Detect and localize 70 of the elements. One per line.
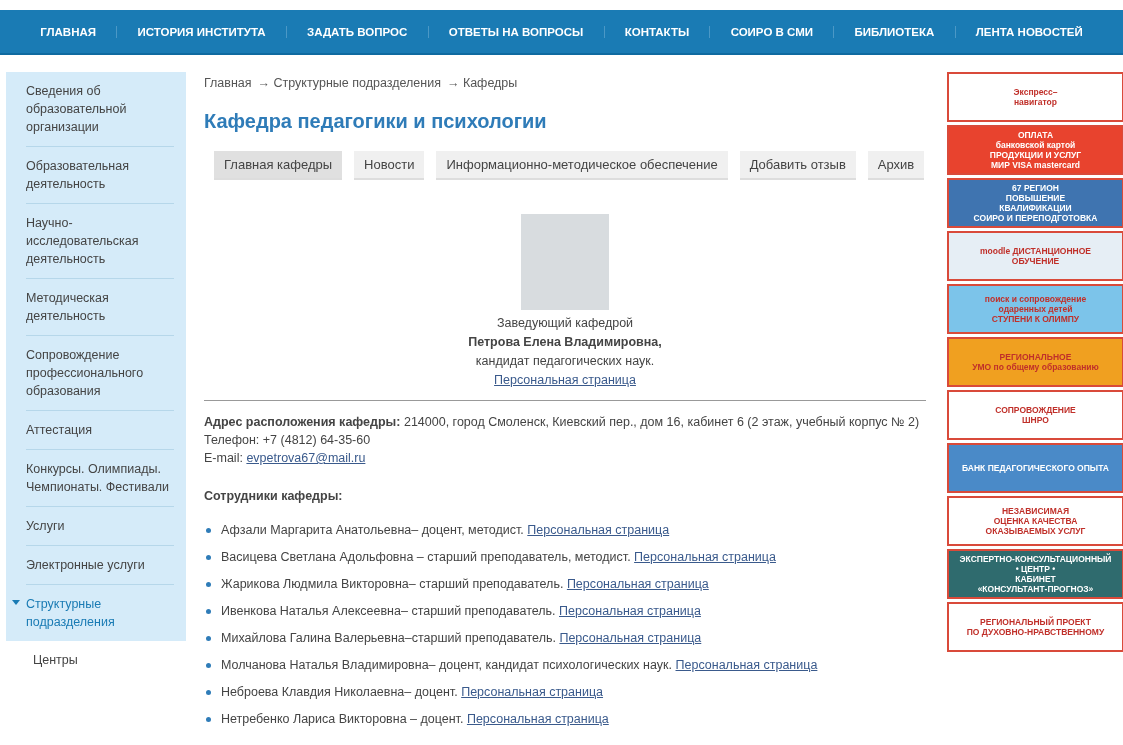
sidebar-subitem[interactable]: Центры [6,641,186,667]
banner-link[interactable]: ОПЛАТА банковской картой ПРОДУКЦИИ И УСЛУГ МИР VISA mastercard [947,125,1123,175]
bullet-icon [206,716,211,722]
staff-text: Молчанова Наталья Владимировна– доцент, кандидат психологических наук. [221,658,672,672]
bullet-icon [206,635,211,641]
nav-link[interactable]: КОНТАКТЫ [604,25,711,38]
sidebar-item[interactable]: Научно-исследовательская деятельность [26,204,174,279]
bullet-icon [206,554,211,560]
staff-text: Нетребенко Лариса Викторовна – доцент. [221,712,464,726]
personal-page-link[interactable]: Персональная страница [494,371,636,390]
staff-text: Михайлова Галина Валерьевна–старший преподаватель. [221,631,556,645]
banner-link[interactable]: СОПРОВОЖДЕНИЕ ШНРО [947,390,1123,440]
head-name: Петрова Елена Владимировна, [468,334,662,351]
personal-page-link[interactable]: Персональная страница [634,550,776,564]
nav-link[interactable]: БИБЛИОТЕКА [834,25,956,38]
staff-text: Васицева Светлана Адольфовна – старший преподаватель, методист. [221,550,631,564]
personal-page-link[interactable]: Персональная страница [566,577,709,591]
address-text: Адрес расположения кафедры: 214000, город Смоленск, Киевский пер., дом 16, кабинет 6 (2 этаж, учебный корпус № 2) [204,414,921,431]
page-title: Кафедра педагогики и психологии [204,110,548,133]
head-degree: кандидат педагогических наук. [475,353,655,370]
banner-link[interactable]: 67 РЕГИОН ПОВЫШЕНИЕ КВАЛИФИКАЦИИ СОИРО И ПЕРЕПОДГОТОВКА [947,178,1123,228]
breadcrumb-link[interactable]: → Кафедры [446,76,518,90]
tab[interactable]: Главная кафедры [214,151,343,180]
bullet-icon [206,527,211,533]
banner-link[interactable]: ЭКСПЕРТНО-КОНСУЛЬТАЦИОННЫЙ • ЦЕНТР • КАБИНЕТ «КОНСУЛЬТАНТ-ПРОГНОЗ» [947,549,1123,599]
personal-page-link[interactable]: Персональная страница [559,631,702,645]
personal-page-link[interactable]: Персональная страница [559,604,701,618]
staff-text: Неброева Клавдия Николаевна– доцент. [221,685,458,699]
banner-link[interactable]: БАНК ПЕДАГОГИЧЕСКОГО ОПЫТА [947,443,1123,493]
bullet-icon [206,662,211,668]
sidebar-item[interactable]: Структурные подразделения [26,585,174,641]
staff-text: Жарикова Людмила Викторовна– старший преподаватель. [221,577,564,591]
nav-link[interactable]: ЛЕНТА НОВОСТЕЙ [955,25,1104,38]
personal-page-link[interactable]: Персональная страница [527,523,670,537]
email-label: E-mail: [204,451,243,465]
sidebar-item[interactable]: Электронные услуги [26,546,174,585]
banner-link[interactable]: moodle ДИСТАНЦИОННОЕ ОБУЧЕНИЕ [947,231,1123,281]
nav-link[interactable]: ГЛАВНАЯ [20,25,118,38]
banner-link[interactable]: НЕЗАВИСИМАЯ ОЦЕНКА КАЧЕСТВА ОКАЗЫВАЕМЫХ УСЛУГ [947,496,1123,546]
sidebar-item[interactable]: Образовательная деятельность [26,147,174,204]
sidebar-item[interactable]: Методическая деятельность [26,279,174,336]
head-role: Заведующий кафедрой [496,315,634,332]
sidebar-item[interactable]: Сведения об образовательной организации [26,72,174,147]
staff-text: Ивенкова Наталья Алексеевна– старший преподаватель. [221,604,556,618]
staff-text: Афзали Маргарита Анатольевна– доцент, методист. [221,523,524,537]
tab[interactable]: Архив [867,151,925,180]
breadcrumb-link[interactable]: → Структурные подразделения [257,76,441,90]
tab[interactable]: Информационно-методическое обеспечение [436,151,728,180]
bullet-icon [206,689,211,695]
nav-link[interactable]: ЗАДАТЬ ВОПРОС [286,25,429,38]
bullet-icon [206,608,211,614]
bullet-icon [206,581,211,587]
banner-link[interactable]: РЕГИОНАЛЬНЫЙ ПРОЕКТ ПО ДУХОВНО-НРАВСТВЕННОМУ [947,602,1123,652]
sidebar-item[interactable]: Сопровождение профессионального образования [26,336,174,411]
sidebar-item[interactable]: Аттестация [26,411,174,450]
nav-link[interactable]: СОИРО В СМИ [710,25,835,38]
personal-page-link[interactable]: Персональная страница [461,685,604,699]
sidebar-item[interactable]: Конкурсы. Олимпиады. Чемпионаты. Фестивали [26,450,174,507]
staff-heading: Сотрудники кафедры: [204,489,344,503]
tab[interactable]: Добавить отзыв [739,151,856,180]
nav-link[interactable]: ИСТОРИЯ ИНСТИТУТА [117,25,287,38]
email-link[interactable]: evpetrova67@mail.ru [246,451,366,465]
breadcrumb-link[interactable]: Главная [204,76,252,90]
nav-link[interactable]: ОТВЕТЫ НА ВОПРОСЫ [428,25,605,38]
personal-page-link[interactable]: Персональная страница [466,712,609,726]
banner-link[interactable]: Экспресс– навигатор [947,72,1123,122]
sidebar-item[interactable]: Услуги [26,507,174,546]
phone-text: Телефон: +7 (4812) 64-35-60 [204,432,372,449]
tab[interactable]: Новости [354,151,425,180]
personal-page-link[interactable]: Персональная страница [675,658,818,672]
